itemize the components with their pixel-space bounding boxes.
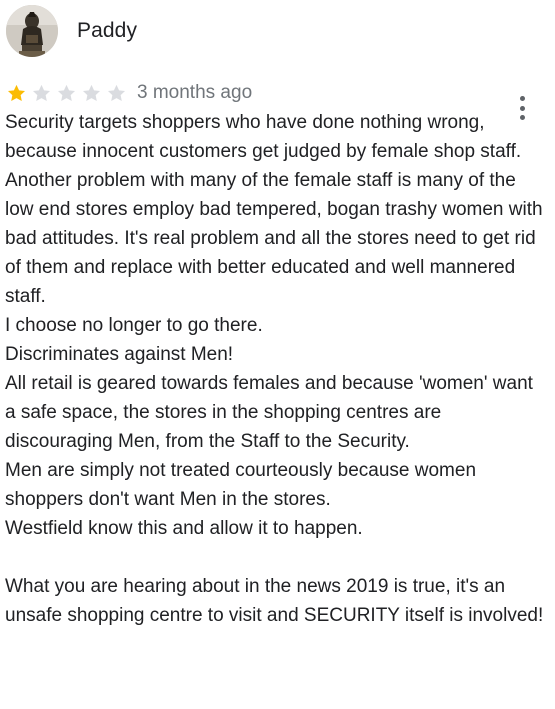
review-paragraph: Security targets shoppers who have done … xyxy=(5,112,522,162)
star-filled-icon xyxy=(7,84,26,101)
star-empty-icon xyxy=(107,84,126,101)
review-date: 3 months ago xyxy=(137,82,253,103)
review-paragraph: What you are hearing about in the news 2… xyxy=(5,576,544,626)
review-header: Paddy xyxy=(6,5,137,57)
star-empty-icon xyxy=(32,84,51,101)
more-vertical-icon-dot xyxy=(519,96,525,101)
avatar[interactable] xyxy=(6,5,58,57)
reviewer-name[interactable]: Paddy xyxy=(77,19,137,43)
star-empty-icon xyxy=(82,84,101,101)
star-empty-icon xyxy=(57,84,76,101)
star-rating xyxy=(6,83,131,104)
review-paragraph: All retail is geared towards females and… xyxy=(5,373,533,452)
review-paragraph: Westfield know this and allow it to happ… xyxy=(5,518,363,539)
rating-row: 3 months ago xyxy=(6,79,252,107)
review-paragraph: Men are simply not treated courteously b… xyxy=(5,460,477,510)
statue-photo-avatar-icon xyxy=(6,5,58,57)
review-paragraph xyxy=(5,543,545,572)
review-paragraph: I choose no longer to go there. xyxy=(5,315,263,336)
review-text: Security targets shoppers who have done … xyxy=(5,108,545,630)
review-paragraph: Another problem with many of the female … xyxy=(5,170,543,307)
review-paragraph: Discriminates against Men! xyxy=(5,344,234,365)
